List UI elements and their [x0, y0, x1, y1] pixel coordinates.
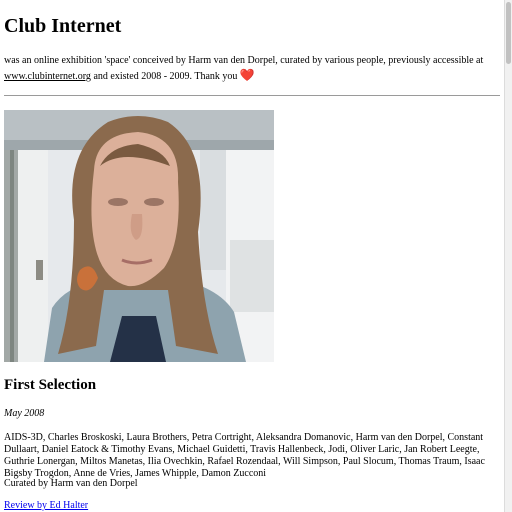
selection-date: May 2008 [4, 408, 45, 419]
separator [4, 95, 500, 96]
page-title: Club Internet [4, 15, 122, 37]
intro-text-before: was an online exhibition 'space' conceiv… [4, 55, 484, 66]
webcam-portrait-image [4, 110, 274, 362]
selection-title: First Selection [4, 377, 97, 393]
clubinternet-link[interactable]: www.clubinternet.org [4, 71, 91, 82]
review-link[interactable]: Review by Ed Halter [4, 500, 88, 511]
vertical-scrollbar[interactable] [504, 0, 512, 512]
intro-text-after: and existed 2008 - 2009. Thank you [90, 71, 240, 82]
page: Club Internet was an online exhibition '… [0, 0, 504, 512]
heart-icon: ❤️ [239, 68, 255, 82]
scrollbar-thumb[interactable] [506, 2, 511, 64]
review-paragraph: Review by Ed Halter [4, 500, 88, 512]
intro-paragraph: was an online exhibition 'space' conceiv… [4, 53, 502, 84]
curator-credit: Curated by Harm van den Dorpel [4, 478, 138, 489]
artist-list: AIDS-3D, Charles Broskoski, Laura Brothe… [4, 432, 485, 479]
